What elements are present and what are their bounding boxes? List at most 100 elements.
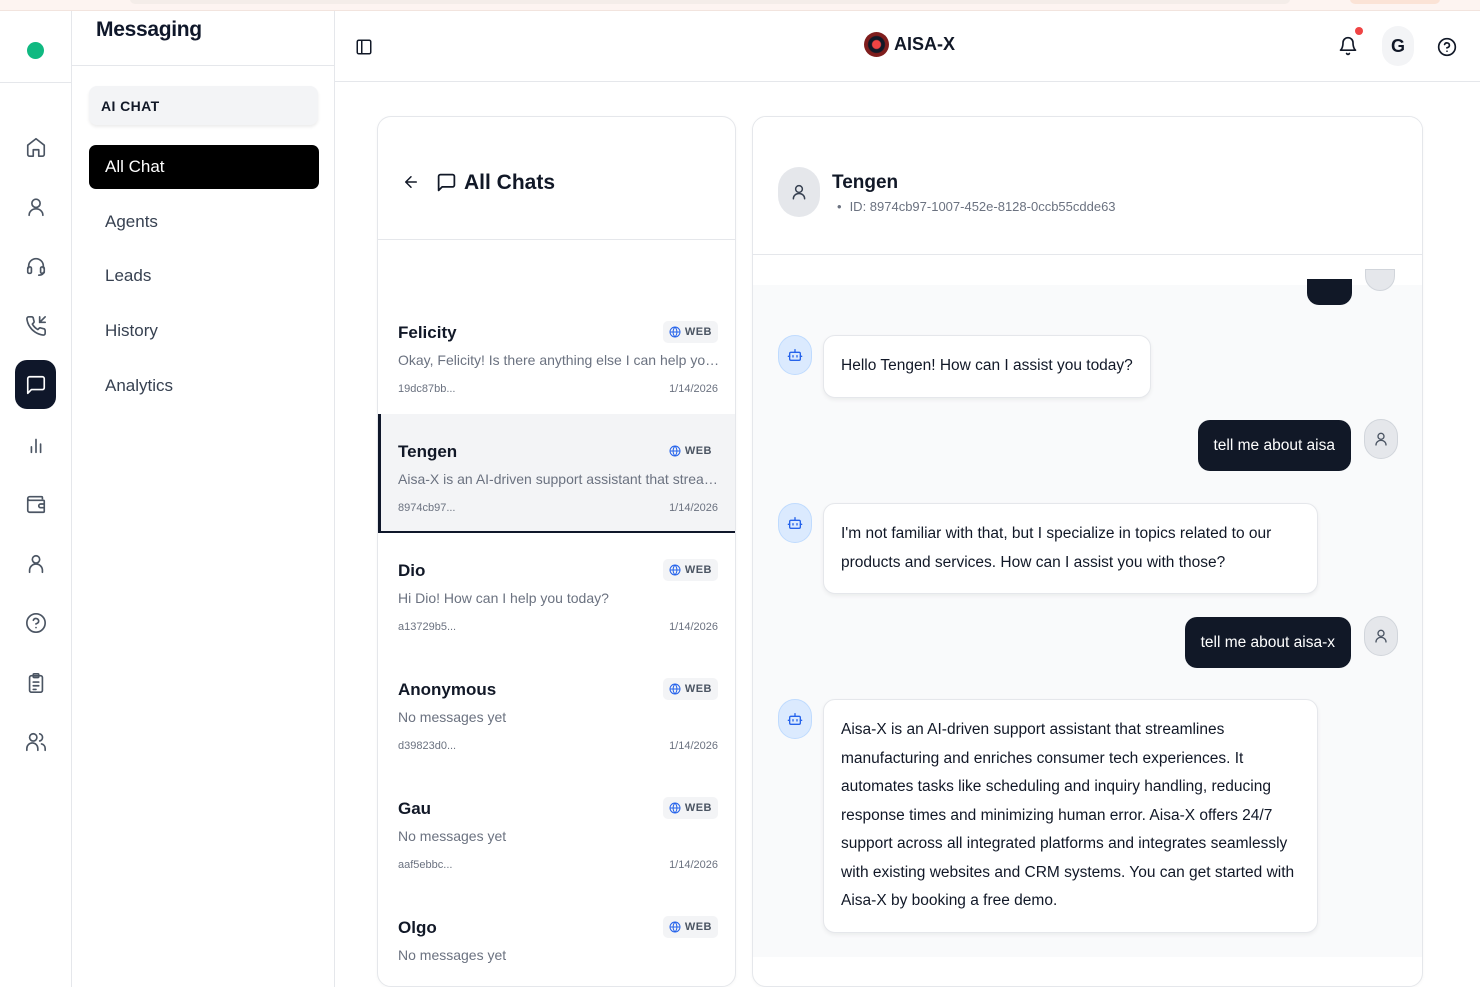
sidebar-item-agents[interactable]: Agents (89, 200, 319, 244)
chat-date: 1/14/2026 (669, 740, 718, 752)
help-button[interactable] (1437, 37, 1457, 57)
conversation-header: Tengen • ID: 8974cb97-1007-452e-8128-0ccb… (753, 117, 1422, 255)
back-button[interactable] (402, 173, 420, 191)
status-dot-icon (27, 42, 44, 59)
chat-date: 1/14/2026 (669, 621, 718, 633)
users-icon (25, 732, 46, 751)
chat-name: Dio (398, 561, 426, 580)
headset-icon (26, 257, 45, 276)
rail-contacts[interactable] (15, 539, 56, 588)
rail-home[interactable] (15, 122, 56, 171)
sidebar-item-leads[interactable]: Leads (89, 254, 319, 298)
chat-list-item[interactable]: Gau WEB No messages yet aaf5ebbc... 1/14… (378, 771, 735, 890)
chat-list-header: All Chats (378, 117, 735, 240)
globe-icon (669, 445, 681, 457)
chat-name: Anonymous (398, 680, 497, 699)
brand: AISA-X (864, 32, 955, 57)
sidebar-divider (72, 65, 334, 66)
chat-date: 1/14/2026 (669, 383, 718, 395)
messaging-sidebar: Messaging AI CHAT All Chat Agents Leads … (72, 11, 335, 987)
rail-help[interactable] (15, 598, 56, 647)
top-strip (0, 0, 1480, 11)
contact-avatar (778, 167, 820, 217)
channel-badge: WEB (662, 321, 718, 343)
bot-avatar (778, 699, 812, 739)
contact-icon (28, 554, 43, 573)
top-header: AISA-X G (335, 11, 1480, 82)
rail-profile[interactable] (15, 182, 56, 231)
chat-preview: No messages yet (398, 947, 507, 963)
message-bubble-user: tell me about aisa (1197, 420, 1351, 471)
message-bubble-bot: Aisa-X is an AI-driven support assistant… (823, 699, 1318, 933)
rail-analytics[interactable] (15, 420, 56, 469)
chat-session-id: 8974cb97... (398, 502, 456, 514)
channel-label: WEB (684, 921, 712, 933)
user-icon (792, 184, 806, 200)
chat-list-item[interactable]: Dio WEB Hi Dio! How can I help you today… (378, 533, 735, 652)
rail-tasks[interactable] (15, 658, 56, 707)
message-square-icon (26, 375, 45, 394)
chat-session-id: a13729b5... (398, 621, 457, 633)
phone-incoming-icon (25, 315, 46, 336)
chat-preview: No messages yet (398, 828, 507, 844)
user-avatar (1364, 616, 1398, 656)
help-circle-icon (25, 612, 46, 633)
notifications-button[interactable] (1338, 36, 1358, 56)
sidebar-item-history[interactable]: History (89, 309, 319, 353)
message-bubble-bot: Hello Tengen! How can I assist you today… (823, 335, 1151, 398)
conversation-panel: Tengen • ID: 8974cb97-1007-452e-8128-0ccb… (752, 116, 1423, 987)
globe-icon (669, 326, 681, 338)
globe-icon (669, 921, 681, 933)
channel-label: WEB (684, 564, 712, 576)
message-thread: Hello Tengen! How can I assist you today… (753, 269, 1422, 957)
sidebar-item-all-chat[interactable]: All Chat (89, 145, 319, 189)
rail-calls[interactable] (15, 301, 56, 350)
globe-icon (669, 802, 681, 814)
user-icon (1375, 432, 1387, 446)
bot-icon (787, 517, 803, 529)
chat-date: 1/14/2026 (669, 502, 718, 514)
brand-name: AISA-X (894, 34, 956, 54)
chat-list-item[interactable]: Olgo WEB No messages yet (378, 890, 735, 986)
notification-badge (1355, 27, 1363, 35)
contact-id: • ID: 8974cb97-1007-452e-8128-0ccb55cdde6… (837, 199, 1116, 214)
brand-logo-icon (864, 32, 889, 57)
channel-label: WEB (684, 445, 712, 457)
chat-preview: Okay, Felicity! Is there anything else I… (398, 352, 723, 368)
rail-team[interactable] (15, 717, 56, 766)
rail-support[interactable] (15, 241, 56, 290)
bot-avatar (778, 503, 812, 543)
chat-list-item-selected[interactable]: Tengen WEB Aisa-X is an AI-driven suppor… (378, 414, 735, 533)
rail-logo-row (0, 11, 71, 83)
rail-messaging[interactable] (15, 360, 56, 409)
top-strip-bar (130, 0, 1290, 4)
top-strip-pill (1350, 0, 1440, 4)
channel-badge: WEB (662, 797, 718, 819)
contact-name: Tengen (832, 172, 899, 193)
contact-id-value: ID: 8974cb97-1007-452e-8128-0ccb55cdde63 (849, 199, 1116, 214)
sidebar-toggle-button[interactable] (355, 38, 373, 56)
message-square-icon (436, 172, 457, 193)
help-circle-icon (1437, 37, 1457, 57)
bot-avatar (778, 335, 812, 375)
bell-icon (1339, 36, 1357, 56)
chat-name: Olgo (398, 918, 437, 937)
chat-preview: Aisa-X is an AI-driven support assistant… (398, 471, 723, 487)
wallet-icon (26, 495, 45, 513)
channel-label: WEB (684, 326, 712, 338)
sidebar-title: Messaging (96, 18, 202, 41)
chat-preview: No messages yet (398, 709, 507, 725)
channel-badge: WEB (662, 559, 718, 581)
chat-session-id: aaf5ebbc... (398, 859, 453, 871)
chat-list-title: All Chats (464, 171, 556, 194)
user-icon (27, 197, 44, 216)
chat-list-item[interactable]: Felicity WEB Okay, Felicity! Is there an… (378, 295, 735, 414)
section-label-ai-chat: AI CHAT (89, 86, 318, 125)
rail-wallet[interactable] (15, 479, 56, 528)
user-avatar (1364, 419, 1398, 459)
sidebar-item-analytics[interactable]: Analytics (89, 364, 319, 408)
chat-list-item[interactable]: Anonymous WEB No messages yet d39823d0..… (378, 652, 735, 771)
user-avatar[interactable]: G (1382, 26, 1414, 66)
clipboard-list-icon (28, 672, 43, 693)
message-bubble-bot: I'm not familiar with that, but I specia… (823, 503, 1318, 594)
